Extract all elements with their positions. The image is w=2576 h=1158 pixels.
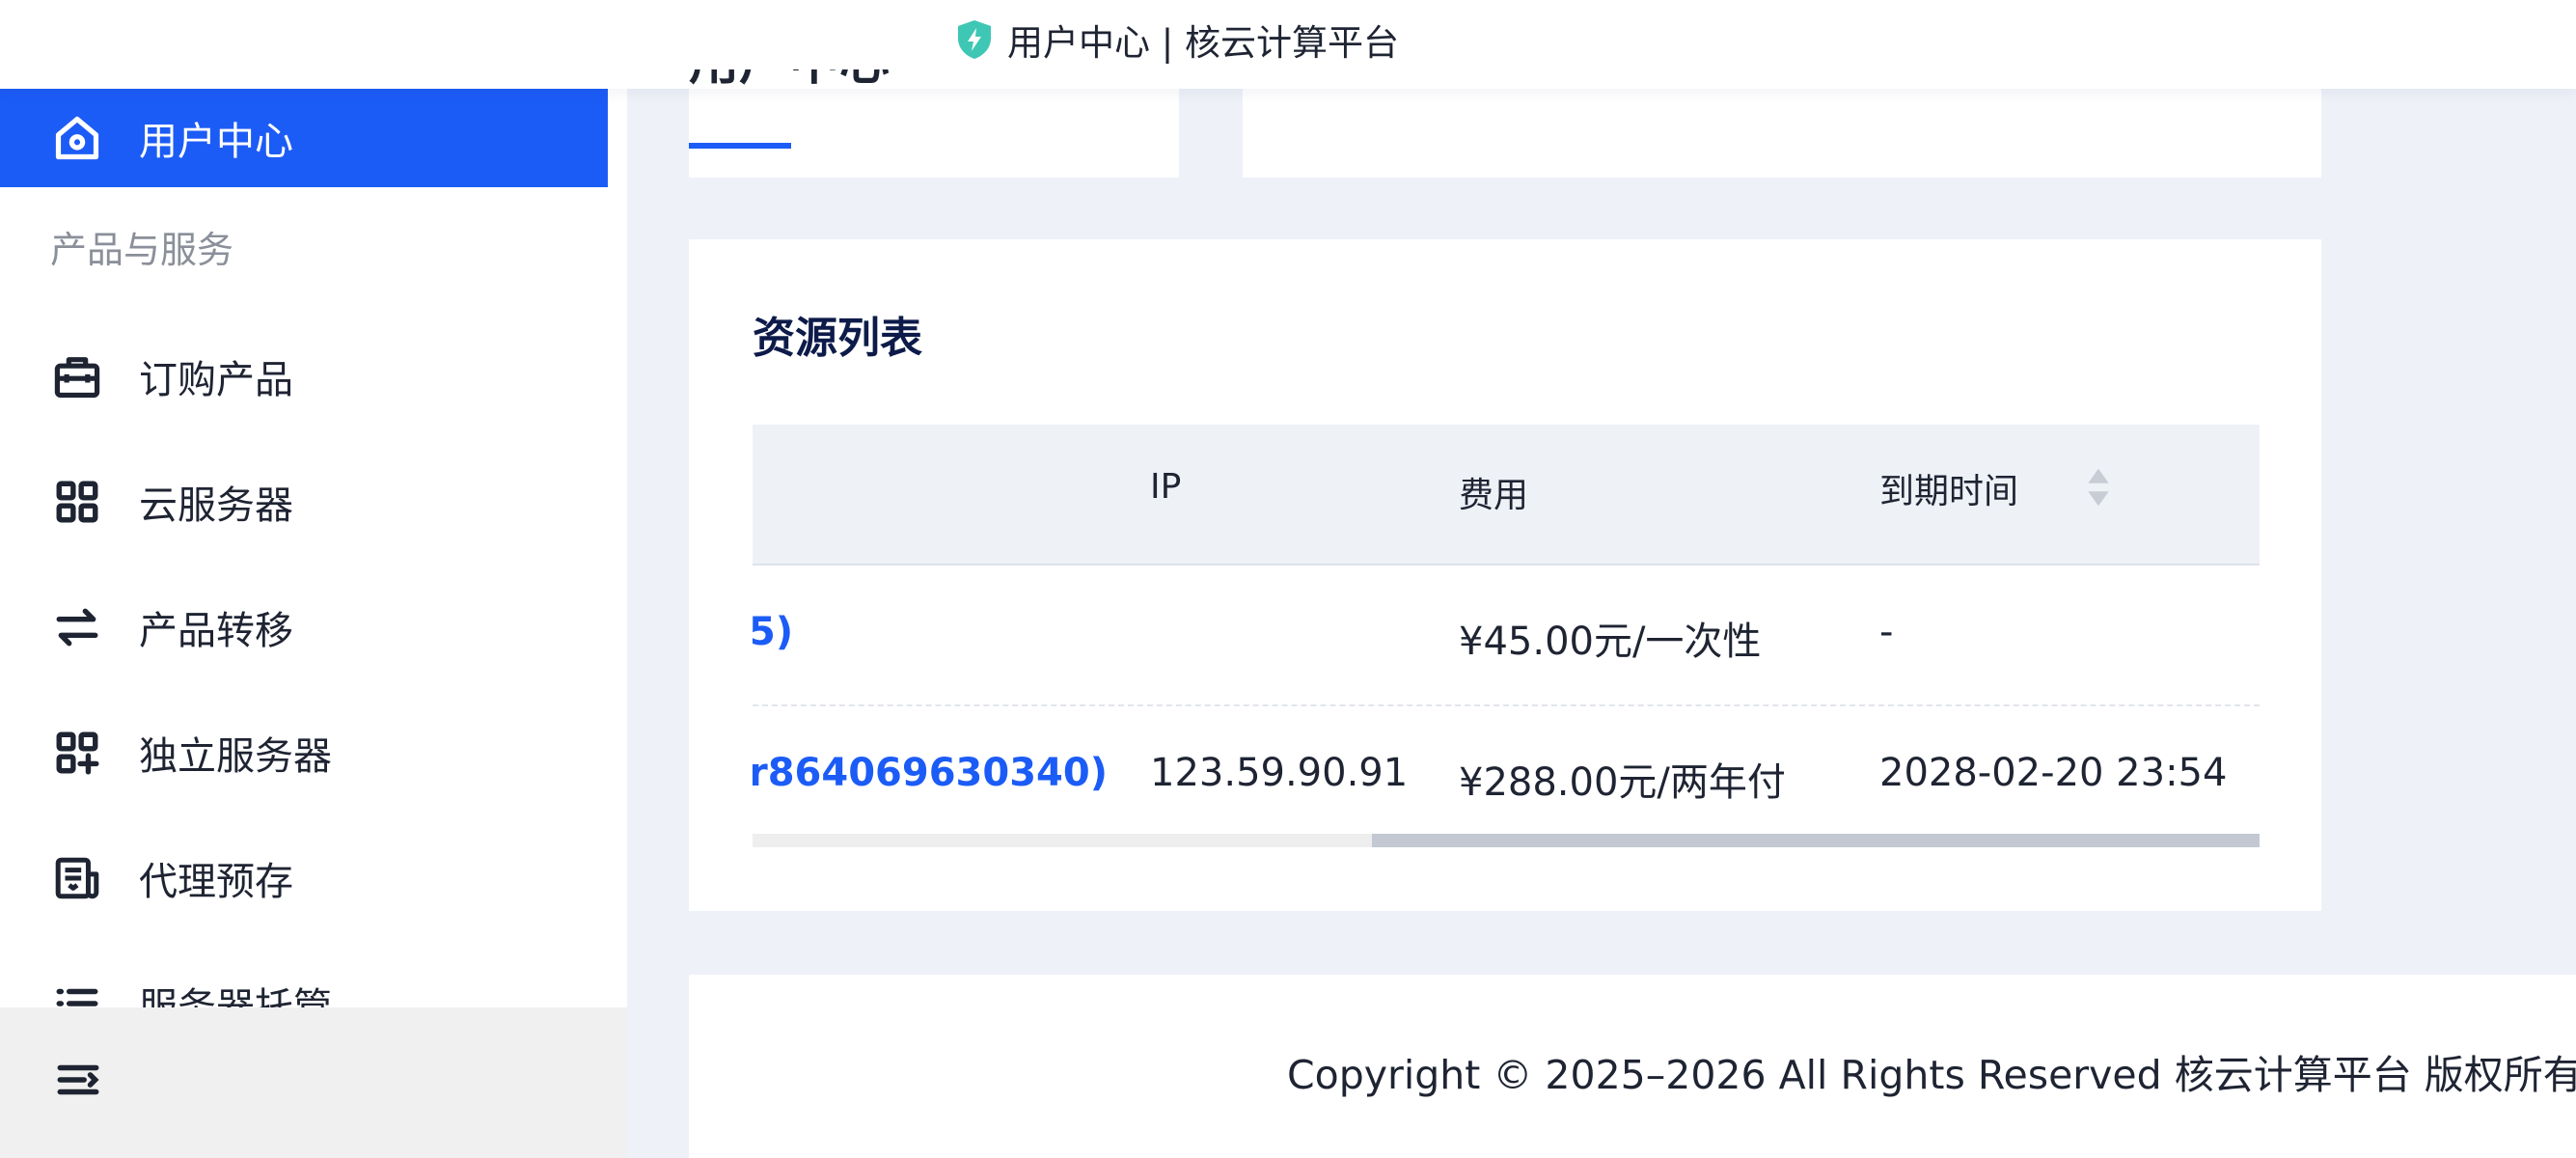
receipt-icon	[50, 851, 104, 905]
briefcase-icon	[50, 349, 104, 403]
page-footer: Copyright © 2025–2026 All Rights Reserve…	[689, 975, 2576, 1158]
sidebar-item-dedicated-server[interactable]: 独立服务器	[0, 699, 627, 807]
sidebar-item-label: 代理预存	[139, 860, 293, 904]
horizontal-scrollbar[interactable]	[753, 834, 2260, 847]
resource-list-card: 资源列表 IP 费用 到期时间 5) ¥45.00元/一次性 - r864069…	[689, 239, 2321, 911]
resource-table: IP 费用 到期时间 5) ¥45.00元/一次性 - r86406963034…	[753, 425, 2260, 849]
resource-name-link[interactable]: 5)	[753, 610, 793, 654]
home-icon	[50, 111, 104, 165]
shield-logo-icon	[958, 20, 991, 59]
cell-expiry: 2028-02-20 23:54	[1879, 751, 2228, 795]
cell-ip: 123.59.90.91	[1150, 751, 1409, 795]
sidebar-item-order-products[interactable]: 订购产品	[0, 322, 627, 430]
scrollbar-thumb[interactable]	[1372, 834, 2260, 847]
sidebar-footer	[0, 1007, 627, 1158]
sidebar-item-label: 云服务器	[139, 483, 293, 528]
sidebar: 用户中心 产品与服务 订购产品 云服务器 产品转移 独立服务器 代理预存	[0, 0, 627, 1158]
column-header-expiry[interactable]: 到期时间	[1879, 463, 2018, 513]
copyright-text: Copyright © 2025–2026 All Rights Reserve…	[1287, 1052, 2576, 1098]
sidebar-item-label: 产品转移	[139, 609, 293, 653]
grid-plus-icon	[50, 726, 104, 780]
resource-name-link[interactable]: r864069630340)	[753, 751, 1108, 795]
grid-icon	[50, 475, 104, 529]
table-header: IP 费用 到期时间	[753, 425, 2260, 565]
page-title: 用户中心 | 核云计算平台	[1007, 22, 1399, 64]
top-bar: 用户中心 | 核云计算平台	[0, 0, 2576, 89]
table-row: r864069630340) 123.59.90.91 ¥288.00元/两年付…	[753, 706, 2260, 845]
column-header-fee: 费用	[1459, 476, 1529, 515]
section-heading-partial: 用户中心	[689, 69, 890, 102]
sidebar-item-user-center[interactable]: 用户中心	[0, 89, 608, 187]
sidebar-item-cloud-server[interactable]: 云服务器	[0, 448, 627, 556]
menu-collapse-icon[interactable]	[54, 1056, 102, 1108]
sidebar-item-label: 用户中心	[139, 120, 293, 164]
sort-icon[interactable]	[2084, 461, 2113, 513]
transfer-icon	[50, 600, 104, 654]
table-row: 5) ¥45.00元/一次性 -	[753, 565, 2260, 706]
sidebar-item-agent-deposit[interactable]: 代理预存	[0, 824, 627, 932]
card-title: 资源列表	[753, 314, 922, 363]
cell-fee: ¥45.00元/一次性	[1459, 620, 1762, 664]
window-title: 用户中心 | 核云计算平台	[955, 14, 1399, 66]
sidebar-item-product-transfer[interactable]: 产品转移	[0, 573, 627, 681]
active-tab-indicator	[689, 143, 791, 149]
cell-expiry: -	[1879, 610, 1894, 654]
overview-card-right	[1243, 89, 2321, 178]
sidebar-item-label: 订购产品	[139, 358, 293, 402]
section-title-products: 产品与服务	[50, 229, 234, 271]
sidebar-item-label: 独立服务器	[139, 734, 332, 779]
column-header-ip: IP	[1150, 467, 1182, 507]
cell-fee: ¥288.00元/两年付	[1459, 760, 1786, 805]
